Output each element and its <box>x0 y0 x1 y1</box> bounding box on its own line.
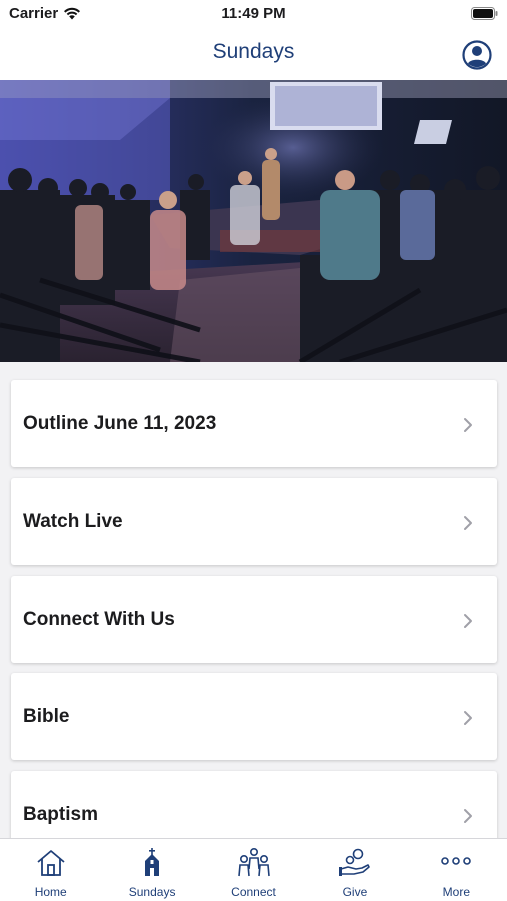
chevron-right-icon <box>464 418 472 432</box>
people-icon <box>237 847 270 877</box>
menu-item-label: Outline June 11, 2023 <box>23 413 217 434</box>
menu-item-connect-with-us[interactable]: Connect With Us <box>11 576 497 663</box>
chevron-right-icon <box>464 614 472 628</box>
tab-sundays[interactable]: Sundays <box>101 839 202 901</box>
tab-bar: Home Sundays Connect Give More <box>0 838 507 901</box>
person-circle-icon[interactable] <box>462 40 492 70</box>
menu-item-bible[interactable]: Bible <box>11 673 497 760</box>
tab-more[interactable]: More <box>406 839 507 901</box>
page-title: Sundays <box>212 40 295 63</box>
status-bar: Carrier 11:49 PM <box>0 0 507 28</box>
chevron-right-icon <box>464 809 472 823</box>
more-dots-icon <box>441 857 472 865</box>
hero-image <box>0 80 507 362</box>
tab-label: More <box>442 885 470 899</box>
menu-item-label: Bible <box>23 706 70 727</box>
menu-item-label: Connect With Us <box>23 609 175 630</box>
menu-item-label: Watch Live <box>23 511 123 532</box>
menu-item-watch-live[interactable]: Watch Live <box>11 478 497 565</box>
battery-icon <box>471 7 498 20</box>
house-icon <box>37 850 65 876</box>
church-icon <box>145 848 160 876</box>
worship-service-photo <box>0 80 507 362</box>
navigation-bar: Sundays <box>0 28 507 80</box>
tab-label: Give <box>342 885 368 899</box>
status-time: 11:49 PM <box>221 5 286 22</box>
tab-give[interactable]: Give <box>304 839 405 901</box>
tab-label: Sundays <box>128 885 176 899</box>
tab-home[interactable]: Home <box>0 839 101 901</box>
tab-label: Connect <box>231 885 276 899</box>
giving-hand-icon <box>338 848 370 876</box>
tab-label: Home <box>34 885 67 899</box>
menu-item-outline[interactable]: Outline June 11, 2023 <box>11 380 497 467</box>
chevron-right-icon <box>464 711 472 725</box>
chevron-right-icon <box>464 516 472 530</box>
tab-connect[interactable]: Connect <box>203 839 304 901</box>
